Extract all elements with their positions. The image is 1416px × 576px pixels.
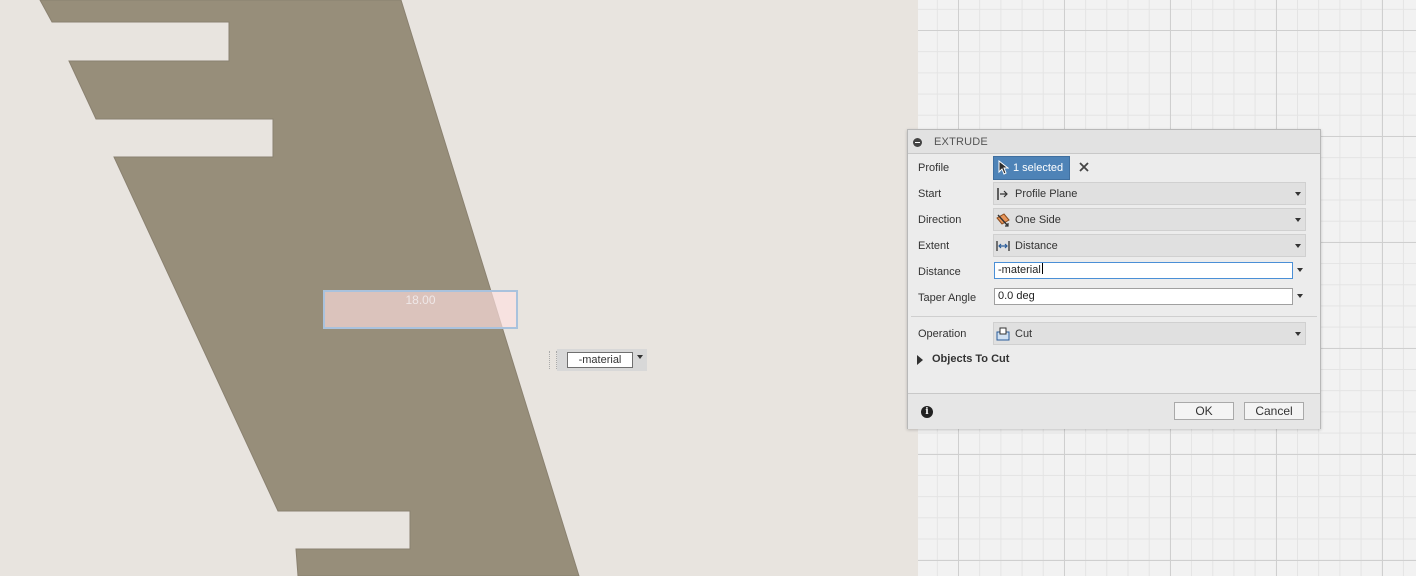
- extent-row: Extent Distance: [908, 233, 1320, 259]
- start-value: Profile Plane: [1015, 188, 1078, 200]
- chevron-down-icon: [1295, 218, 1301, 222]
- clear-icon[interactable]: [1078, 161, 1090, 173]
- direction-dropdown[interactable]: One Side: [993, 208, 1306, 231]
- direction-row: Direction One Side: [908, 207, 1320, 233]
- panel-title: EXTRUDE: [934, 136, 988, 148]
- ok-button[interactable]: OK: [1174, 402, 1234, 420]
- direction-label: Direction: [918, 214, 962, 226]
- start-plane-icon: [997, 188, 1008, 200]
- dimension-box[interactable]: 18.00: [323, 290, 518, 329]
- cut-operation-icon: [996, 327, 1010, 341]
- objects-to-cut-section[interactable]: Objects To Cut: [908, 352, 1320, 370]
- chevron-down-icon: [1295, 192, 1301, 196]
- chevron-down-icon: [1295, 332, 1301, 336]
- taper-label: Taper Angle: [918, 292, 977, 304]
- start-label: Start: [918, 188, 942, 200]
- panel-footer: i OK Cancel: [908, 393, 1320, 429]
- objects-to-cut-label: Objects To Cut: [932, 353, 1010, 365]
- distance-label: Distance: [918, 266, 961, 278]
- sketch-profile[interactable]: [39, 0, 580, 576]
- drag-handle-icon[interactable]: [549, 351, 557, 369]
- direction-value: One Side: [1015, 214, 1061, 226]
- distance-value: -material: [998, 264, 1041, 276]
- direction-icon: [996, 213, 1010, 227]
- profile-label: Profile: [918, 162, 950, 174]
- profile-value: 1 selected: [1013, 162, 1064, 174]
- text-caret: [1041, 263, 1043, 274]
- chevron-down-icon[interactable]: [1297, 294, 1303, 298]
- quick-distance-input[interactable]: -material: [549, 349, 647, 371]
- expand-triangle-icon[interactable]: [917, 355, 923, 365]
- profile-row: Profile 1 selected: [908, 155, 1320, 181]
- divider: [911, 316, 1317, 317]
- distance-row: Distance -material: [908, 259, 1320, 285]
- start-row: Start Profile Plane: [908, 181, 1320, 207]
- cancel-button[interactable]: Cancel: [1244, 402, 1304, 420]
- chevron-down-icon[interactable]: [637, 355, 643, 359]
- taper-input[interactable]: 0.0 deg: [994, 288, 1293, 305]
- extent-value: Distance: [1015, 240, 1058, 252]
- operation-row: Operation Cut: [908, 321, 1320, 347]
- quick-distance-field[interactable]: -material: [567, 352, 633, 368]
- extent-dropdown[interactable]: Distance: [993, 234, 1306, 257]
- taper-row: Taper Angle 0.0 deg: [908, 285, 1320, 311]
- extent-label: Extent: [918, 240, 950, 252]
- taper-value: 0.0 deg: [998, 290, 1035, 302]
- operation-dropdown[interactable]: Cut: [993, 322, 1306, 345]
- chevron-down-icon: [1295, 244, 1301, 248]
- panel-header[interactable]: EXTRUDE: [908, 130, 1320, 154]
- distance-input[interactable]: -material: [994, 262, 1293, 279]
- collapse-icon[interactable]: [913, 138, 922, 147]
- extrude-panel: EXTRUDE Profile 1 selected Start Profile…: [907, 129, 1321, 429]
- operation-value: Cut: [1015, 328, 1033, 340]
- chevron-down-icon[interactable]: [1297, 268, 1303, 272]
- profile-selection-button[interactable]: 1 selected: [993, 156, 1070, 180]
- operation-label: Operation: [918, 328, 967, 340]
- cursor-icon: [998, 160, 1009, 175]
- dimension-value: 18.00: [405, 293, 436, 307]
- extent-distance-icon: [996, 241, 1010, 251]
- sketch-body[interactable]: [0, 0, 918, 576]
- info-icon[interactable]: i: [921, 406, 933, 418]
- start-dropdown[interactable]: Profile Plane: [993, 182, 1306, 205]
